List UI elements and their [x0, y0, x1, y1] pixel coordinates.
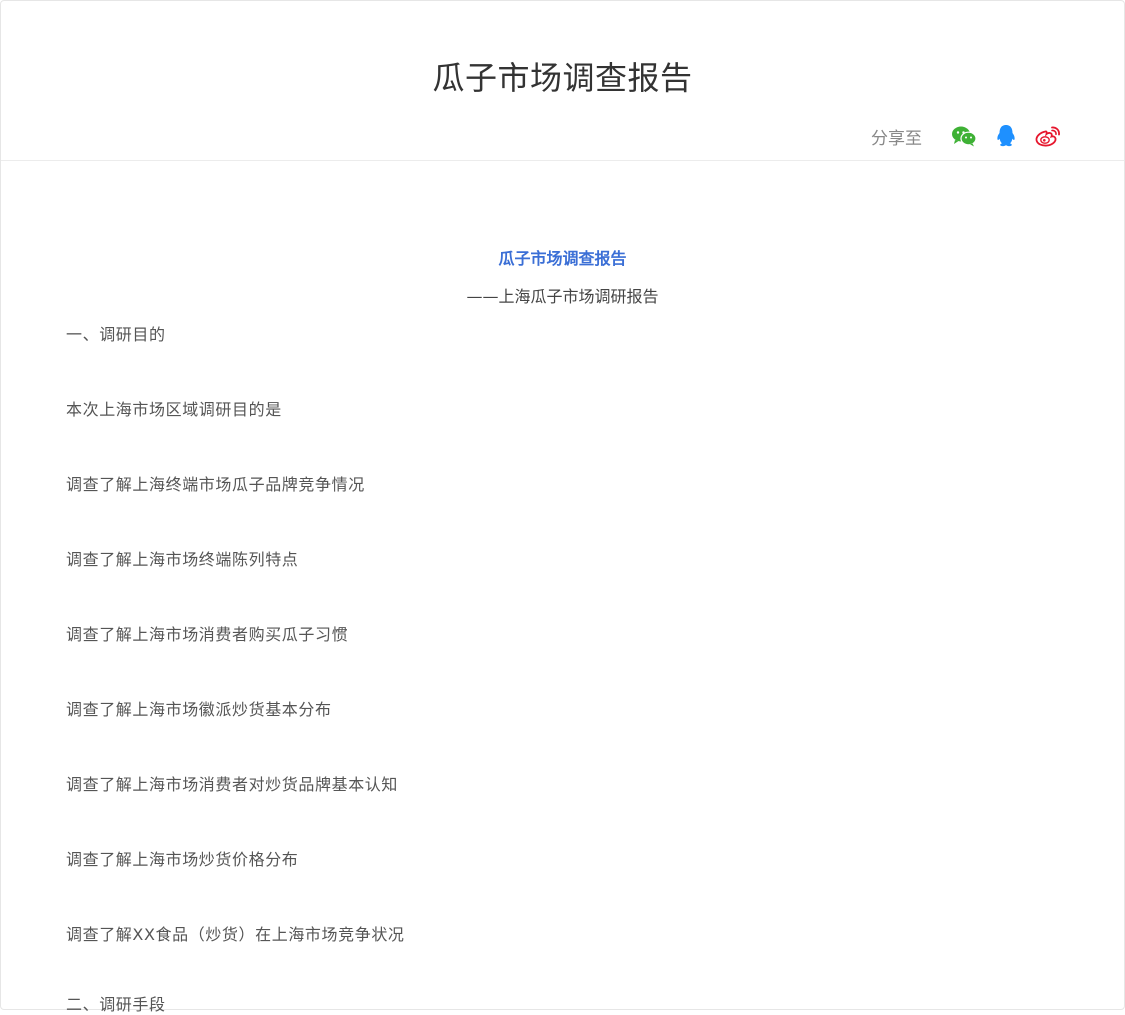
qq-icon[interactable]	[992, 124, 1020, 148]
paragraph: 调查了解上海市场消费者购买瓜子习惯	[66, 625, 349, 644]
document-subtitle: ——上海瓜子市场调研报告	[466, 287, 659, 306]
share-label: 分享至	[871, 128, 922, 149]
paragraph: 调查了解上海市场炒货价格分布	[66, 850, 299, 869]
section-heading: 一、调研目的	[66, 325, 166, 344]
page-title: 瓜子市场调查报告	[432, 59, 693, 97]
paragraph: 调查了解XX食品（炒货）在上海市场竞争状况	[66, 925, 405, 944]
weibo-icon[interactable]	[1034, 124, 1062, 148]
paragraph: 调查了解上海终端市场瓜子品牌竞争情况	[66, 475, 365, 494]
paragraph: 调查了解上海市场终端陈列特点	[66, 550, 299, 569]
paragraph: 调查了解上海市场徽派炒货基本分布	[66, 700, 332, 719]
section-heading: 二、调研手段	[66, 995, 166, 1014]
article-header: 瓜子市场调查报告 分享至	[1, 1, 1124, 161]
page-frame: 瓜子市场调查报告 分享至 瓜子市场调查报告 ——上海瓜子市场调研报告 一、调研目…	[0, 0, 1125, 1014]
paragraph: 调查了解上海市场消费者对炒货品牌基本认知	[66, 775, 399, 794]
share-bar: 分享至	[871, 123, 1062, 149]
document-title: 瓜子市场调查报告	[498, 249, 627, 268]
wechat-icon[interactable]	[950, 124, 978, 148]
paragraph: 本次上海市场区域调研目的是	[66, 400, 282, 419]
